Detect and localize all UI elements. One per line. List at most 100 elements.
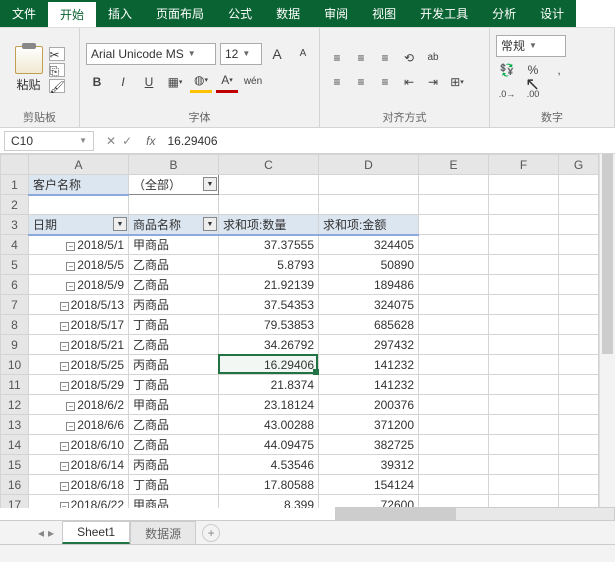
tab-design[interactable]: 设计 bbox=[528, 0, 576, 27]
font-name-combo[interactable]: Arial Unicode MS▼ bbox=[86, 43, 216, 65]
cell-product[interactable]: 乙商品 bbox=[129, 275, 219, 295]
tab-layout[interactable]: 页面布局 bbox=[144, 0, 216, 27]
col-header[interactable]: A bbox=[29, 155, 129, 175]
row-header[interactable]: 4 bbox=[1, 235, 29, 255]
cell-product[interactable]: 丙商品 bbox=[129, 455, 219, 475]
align-middle-icon[interactable]: ≡ bbox=[350, 47, 372, 69]
cut-icon[interactable]: ✂ bbox=[49, 47, 65, 61]
new-sheet-button[interactable]: + bbox=[202, 524, 220, 542]
collapse-icon[interactable]: − bbox=[60, 502, 69, 509]
cell-qty[interactable]: 21.92139 bbox=[219, 275, 319, 295]
row-header[interactable]: 16 bbox=[1, 475, 29, 495]
cell-qty[interactable]: 34.26792 bbox=[219, 335, 319, 355]
cell-product[interactable]: 乙商品 bbox=[129, 255, 219, 275]
collapse-icon[interactable]: − bbox=[66, 262, 75, 271]
cell-product[interactable]: 甲商品 bbox=[129, 235, 219, 255]
italic-button[interactable]: I bbox=[112, 71, 134, 93]
underline-button[interactable]: U bbox=[138, 71, 160, 93]
merge-button[interactable]: ⊞▾ bbox=[446, 71, 468, 93]
row-header[interactable]: 6 bbox=[1, 275, 29, 295]
cell-qty[interactable]: 44.09475 bbox=[219, 435, 319, 455]
pivot-col-product[interactable]: 商品名称▼ bbox=[129, 215, 219, 235]
name-box[interactable]: C10▼ bbox=[4, 131, 94, 151]
cell-product[interactable]: 丙商品 bbox=[129, 355, 219, 375]
collapse-icon[interactable]: − bbox=[60, 442, 69, 451]
collapse-icon[interactable]: − bbox=[60, 462, 69, 471]
cell-product[interactable]: 丁商品 bbox=[129, 375, 219, 395]
cell-qty[interactable]: 43.00288 bbox=[219, 415, 319, 435]
horizontal-scrollbar[interactable] bbox=[335, 502, 615, 526]
pivot-col-date[interactable]: 日期▼ bbox=[29, 215, 129, 235]
cell-date[interactable]: −2018/5/25 bbox=[29, 355, 129, 375]
accounting-format-icon[interactable]: 💱 bbox=[496, 59, 518, 81]
cell-date[interactable]: −2018/6/6 bbox=[29, 415, 129, 435]
select-all-corner[interactable] bbox=[1, 155, 29, 175]
cell-date[interactable]: −2018/5/29 bbox=[29, 375, 129, 395]
collapse-icon[interactable]: − bbox=[66, 242, 75, 251]
wrap-text-icon[interactable]: ab bbox=[422, 47, 444, 69]
cell-date[interactable]: −2018/6/22 bbox=[29, 495, 129, 509]
row-header[interactable]: 17 bbox=[1, 495, 29, 509]
cell-amt[interactable]: 141232 bbox=[319, 375, 419, 395]
filter-dropdown-icon[interactable]: ▼ bbox=[113, 217, 127, 231]
cell-date[interactable]: −2018/5/9 bbox=[29, 275, 129, 295]
format-painter-icon[interactable]: 🖌 bbox=[49, 79, 65, 93]
cell-amt[interactable]: 685628 bbox=[319, 315, 419, 335]
paste-button[interactable]: 粘贴 bbox=[15, 46, 43, 93]
row-header[interactable]: 1 bbox=[1, 175, 29, 195]
cell-amt[interactable]: 382725 bbox=[319, 435, 419, 455]
cell-qty[interactable]: 37.54353 bbox=[219, 295, 319, 315]
sheet-nav-last-icon[interactable]: ▸ bbox=[48, 526, 54, 540]
cell-amt[interactable]: 324075 bbox=[319, 295, 419, 315]
align-center-icon[interactable]: ≡ bbox=[350, 71, 372, 93]
cell-qty[interactable]: 8.399 bbox=[219, 495, 319, 509]
formula-input[interactable]: 16.29406 bbox=[161, 134, 615, 148]
sheet-tab-other[interactable]: 数据源 bbox=[130, 521, 196, 545]
decrease-font-icon[interactable]: A bbox=[292, 43, 314, 65]
border-button[interactable]: ▦▾ bbox=[164, 71, 186, 93]
cell-qty[interactable]: 23.18124 bbox=[219, 395, 319, 415]
comma-format-icon[interactable]: , bbox=[548, 59, 570, 81]
row-header[interactable]: 9 bbox=[1, 335, 29, 355]
cell-amt[interactable]: 50890 bbox=[319, 255, 419, 275]
cell-date[interactable]: −2018/5/5 bbox=[29, 255, 129, 275]
row-header[interactable]: 10 bbox=[1, 355, 29, 375]
cell-date[interactable]: −2018/6/18 bbox=[29, 475, 129, 495]
row-header[interactable]: 12 bbox=[1, 395, 29, 415]
number-format-combo[interactable]: 常规▼ bbox=[496, 35, 566, 57]
cell-amt[interactable]: 371200 bbox=[319, 415, 419, 435]
row-header[interactable]: 15 bbox=[1, 455, 29, 475]
collapse-icon[interactable]: − bbox=[60, 482, 69, 491]
cell-product[interactable]: 丙商品 bbox=[129, 295, 219, 315]
vertical-scrollbar[interactable] bbox=[599, 154, 615, 520]
bold-button[interactable]: B bbox=[86, 71, 108, 93]
cell-product[interactable]: 甲商品 bbox=[129, 395, 219, 415]
cancel-formula-icon[interactable]: ✕ bbox=[106, 134, 116, 148]
collapse-icon[interactable]: − bbox=[66, 402, 75, 411]
col-header[interactable]: C bbox=[219, 155, 319, 175]
font-color-button[interactable]: A▾ bbox=[216, 71, 238, 93]
tab-analysis[interactable]: 分析 bbox=[480, 0, 528, 27]
col-header[interactable]: G bbox=[559, 155, 599, 175]
cell-amt[interactable]: 324405 bbox=[319, 235, 419, 255]
tab-formula[interactable]: 公式 bbox=[216, 0, 264, 27]
fx-icon[interactable]: fx bbox=[140, 134, 161, 148]
cell-date[interactable]: −2018/6/2 bbox=[29, 395, 129, 415]
row-header[interactable]: 3 bbox=[1, 215, 29, 235]
font-size-combo[interactable]: 12▼ bbox=[220, 43, 262, 65]
cell-qty[interactable]: 37.37555 bbox=[219, 235, 319, 255]
cell-amt[interactable]: 141232 bbox=[319, 355, 419, 375]
row-header[interactable]: 11 bbox=[1, 375, 29, 395]
copy-icon[interactable]: ⎘ bbox=[49, 63, 65, 77]
cell-product[interactable]: 乙商品 bbox=[129, 415, 219, 435]
increase-indent-icon[interactable]: ⇥ bbox=[422, 71, 444, 93]
orientation-icon[interactable]: ⟲ bbox=[398, 47, 420, 69]
row-header[interactable]: 2 bbox=[1, 195, 29, 215]
col-header[interactable]: E bbox=[419, 155, 489, 175]
accept-formula-icon[interactable]: ✓ bbox=[122, 134, 132, 148]
sheet-nav-first-icon[interactable]: ◂ bbox=[38, 526, 44, 540]
align-bottom-icon[interactable]: ≡ bbox=[374, 47, 396, 69]
row-header[interactable]: 13 bbox=[1, 415, 29, 435]
cell-qty[interactable]: 17.80588 bbox=[219, 475, 319, 495]
col-header[interactable]: D bbox=[319, 155, 419, 175]
